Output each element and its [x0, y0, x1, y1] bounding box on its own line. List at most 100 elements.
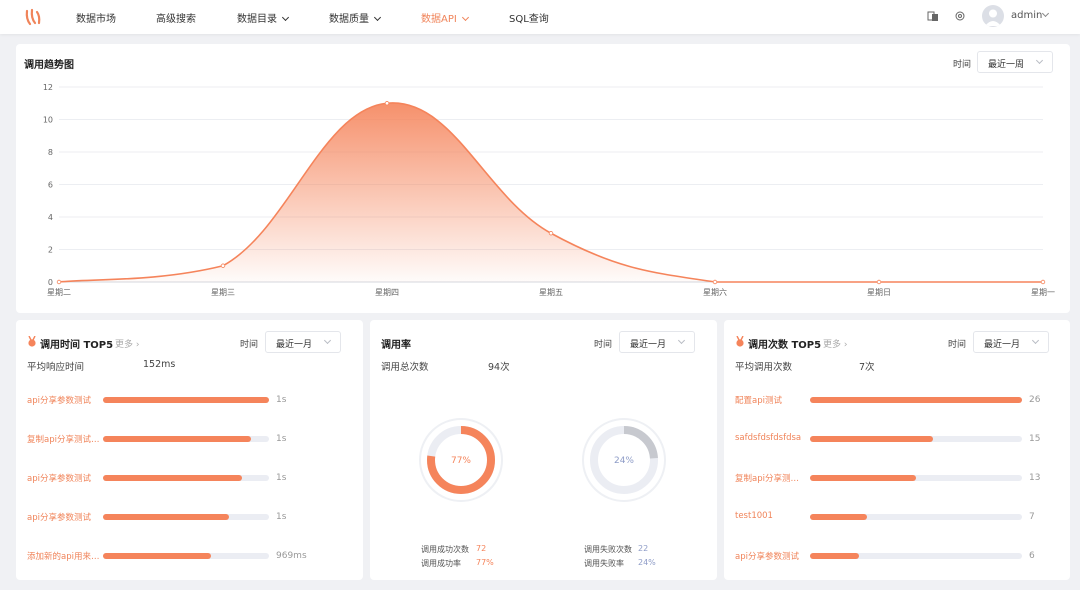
nav-item-label: 数据目录 [237, 14, 277, 25]
data-point[interactable] [548, 231, 554, 236]
user-name[interactable]: admin [1011, 10, 1042, 21]
x-tick-label: 星期六 [703, 287, 727, 297]
ranking-item-name[interactable]: test1001 [735, 511, 805, 521]
x-tick-label: 星期一 [1031, 288, 1055, 297]
summary-value: 7次 [859, 362, 875, 373]
ranking-item-name[interactable]: api分享参数测试 [27, 472, 101, 484]
panel-title: 调用率 [381, 340, 411, 351]
failure-count-value: 22 [638, 544, 649, 553]
data-point[interactable] [712, 279, 718, 285]
y-tick-label: 8 [48, 148, 53, 157]
x-tick-label: 星期二 [47, 288, 71, 297]
ranking-item-name[interactable]: api分享参数测试 [735, 550, 805, 562]
nav-item-data-quality[interactable]: 数据质量 [329, 10, 382, 25]
medal-icon [28, 336, 36, 347]
more-link[interactable]: 更多 › [115, 337, 139, 350]
data-point[interactable] [876, 279, 882, 285]
chevron-down-icon [461, 13, 469, 22]
panel-title: 调用次数 TOP5 [748, 340, 822, 351]
ranking-bar-track [103, 553, 269, 559]
summary-label: 平均响应时间 [27, 362, 85, 373]
user-avatar-icon [985, 9, 1001, 26]
nav-item-label: 数据市场 [76, 14, 116, 25]
y-tick-label: 10 [43, 116, 53, 125]
time-top5-panel: 调用时间 TOP5 更多 › 时间 最近一月 平均响应时间 152ms api分… [16, 320, 363, 580]
summary-value: 152ms [143, 359, 176, 370]
ranking-item-value: 1s [276, 473, 287, 483]
chevron-down-icon [323, 336, 332, 345]
trend-panel: 调用趋势图 时间 最近一周 0 2 4 6 8 10 12 星期二 星期三 星期四 星期五 星期六 星期… [16, 44, 1070, 313]
nav-item-data-market[interactable]: 数据市场 [76, 10, 116, 25]
call-rate-panel: 调用率 时间 最近一月 调用总次数 94次 77% 24% 调用成功次数 72 … [370, 320, 717, 580]
ranking-item-value: 969ms [276, 551, 307, 561]
time-label: 时间 [948, 340, 967, 350]
ranking-bar-track [810, 553, 1022, 559]
trend-chart: 0 2 4 6 8 10 12 星期二 星期三 星期四 星期五 星期六 星期日 星期一 [43, 83, 1055, 297]
summary-label: 调用总次数 [381, 362, 429, 373]
failure-percent-text: 24% [614, 456, 634, 466]
x-tick-label: 星期四 [375, 288, 399, 297]
ranking-bar-fill [103, 436, 251, 442]
failure-rate-value: 24% [638, 558, 656, 567]
app-logo-icon[interactable] [24, 7, 44, 27]
nav-item-label: 高级搜索 [156, 14, 196, 25]
ranking-bar-track [810, 514, 1022, 520]
nav-item-sql-query[interactable]: SQL查询 [509, 10, 549, 25]
ranking-item-value: 1s [276, 395, 287, 405]
chevron-down-icon [281, 13, 290, 22]
ranking-item-value: 13 [1029, 473, 1041, 483]
ranking-item-value: 1s [276, 512, 287, 522]
chevron-down-icon [373, 13, 382, 22]
more-link[interactable]: 更多 › [823, 337, 847, 350]
ranking-item-name[interactable]: api分享参数测试 [27, 394, 101, 406]
chevron-down-icon[interactable] [1041, 9, 1050, 18]
ranking-bar-fill [103, 514, 230, 520]
success-percent-text: 77% [451, 456, 471, 466]
ranking-item-name[interactable]: api分享参数测试 [27, 511, 101, 523]
success-count-label: 调用成功次数 [421, 545, 469, 554]
ranking-bar-track [103, 397, 269, 403]
settings-icon[interactable] [954, 10, 966, 22]
data-point[interactable] [384, 101, 390, 106]
time-range-select[interactable]: 最近一月 [973, 331, 1049, 353]
count-top5-panel: 调用次数 TOP5 更多 › 时间 最近一月 平均调用次数 7次 配置api测试… [724, 320, 1070, 580]
x-tick-label: 星期五 [539, 288, 563, 297]
avatar[interactable] [982, 5, 1004, 27]
y-tick-label: 2 [48, 246, 53, 255]
ranking-bar-track [103, 514, 269, 520]
time-range-select[interactable]: 最近一月 [265, 331, 341, 353]
failure-rate-donut: 24% [582, 418, 666, 502]
ranking-item-value: 6 [1029, 551, 1035, 561]
ranking-bar-fill [810, 553, 859, 559]
data-point[interactable] [56, 279, 62, 285]
ranking-bar-fill [103, 475, 243, 481]
ranking-bar-track [810, 475, 1022, 481]
y-tick-label: 12 [43, 83, 53, 92]
ranking-item-name[interactable]: 复制api分享测试S... [27, 433, 101, 445]
time-range-select[interactable]: 最近一月 [619, 331, 695, 353]
nav-item-label: SQL查询 [509, 14, 549, 25]
ranking-bar-fill [810, 514, 868, 520]
y-tick-label: 4 [48, 213, 53, 222]
translate-icon[interactable] [927, 10, 939, 22]
ranking-item-name[interactable]: 配置api测试 [735, 394, 805, 406]
success-rate-donut: 77% [419, 418, 503, 502]
success-rate-label: 调用成功率 [421, 559, 461, 568]
summary-value: 94次 [488, 362, 510, 373]
ranking-item-name[interactable]: safdsfdsfdsfdsa [735, 433, 805, 443]
ranking-bar-track [810, 436, 1022, 442]
nav-item-data-catalog[interactable]: 数据目录 [237, 10, 290, 25]
failure-count-label: 调用失败次数 [584, 545, 632, 554]
data-point[interactable] [220, 263, 226, 268]
data-point[interactable] [1040, 279, 1046, 285]
nav-item-data-api[interactable]: 数据API [421, 10, 469, 25]
ranking-bar-track [103, 436, 269, 442]
ranking-item-name[interactable]: 复制api分享测试S... [735, 472, 805, 484]
ranking-bar-fill [810, 475, 916, 481]
ranking-bar-fill [103, 397, 269, 403]
ranking-bar-track [810, 397, 1022, 403]
ranking-item-name[interactable]: 添加新的api用来S... [27, 550, 101, 562]
panel-title: 调用时间 TOP5 [40, 340, 114, 351]
ranking-bar-fill [810, 436, 933, 442]
nav-item-advanced-search[interactable]: 高级搜索 [156, 10, 196, 25]
